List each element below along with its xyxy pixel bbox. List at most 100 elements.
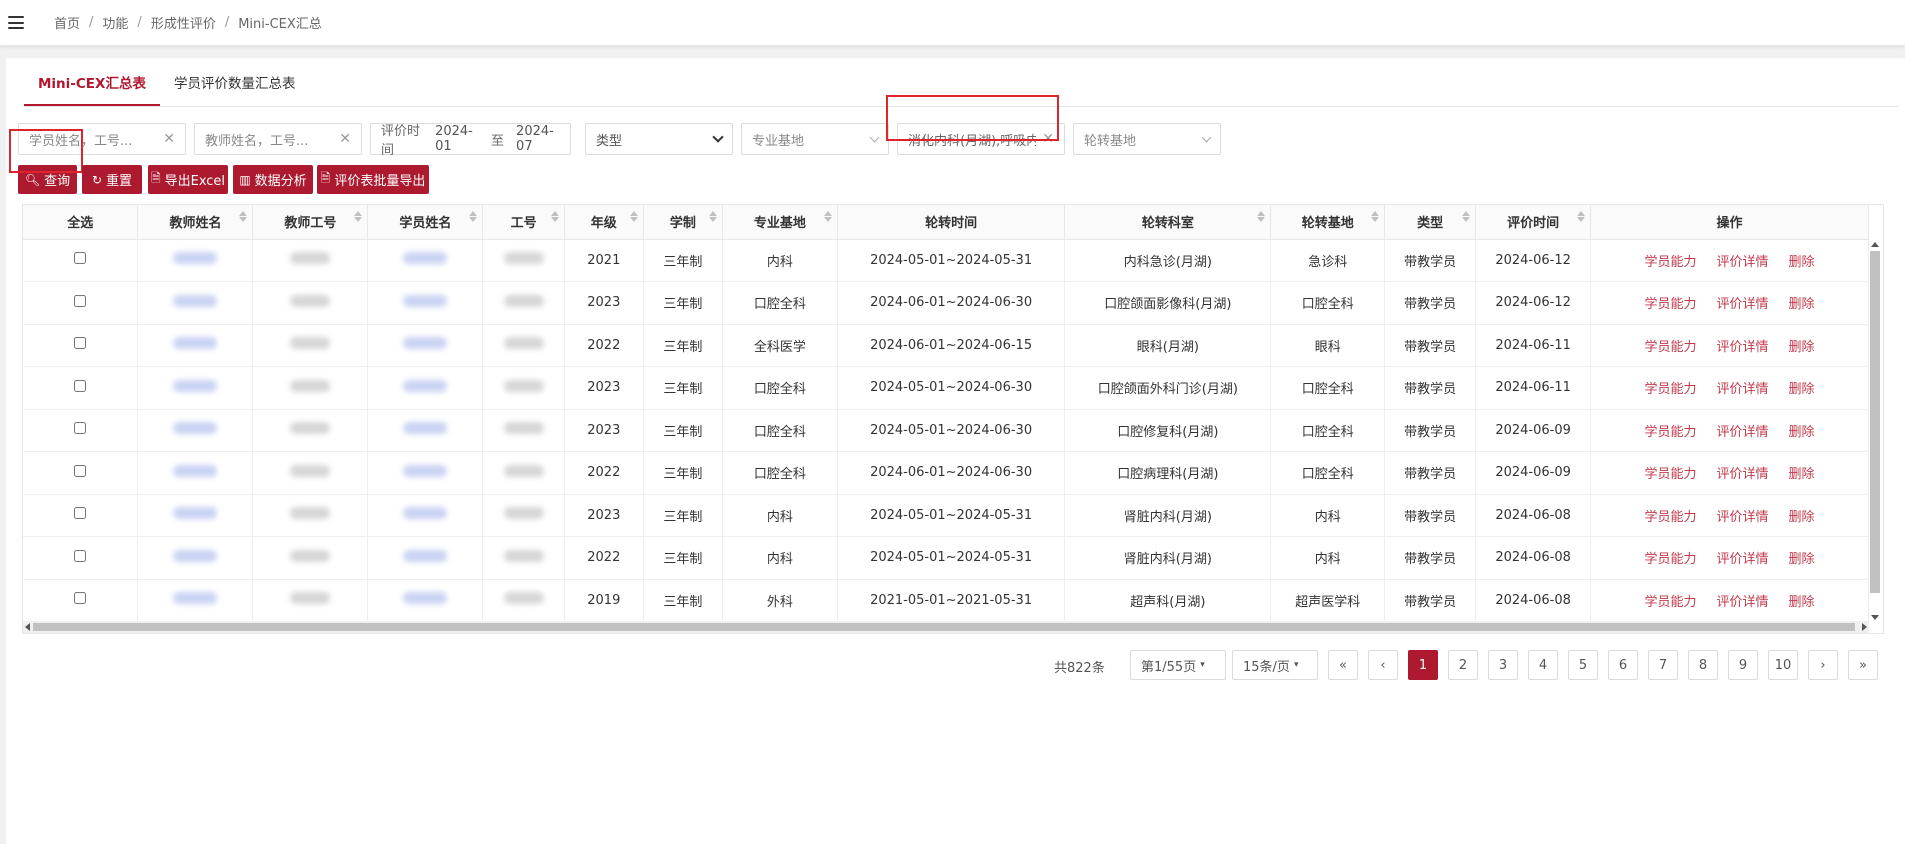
redacted-value[interactable] — [403, 379, 448, 392]
redacted-value[interactable] — [403, 507, 448, 520]
date-from[interactable]: 2024-01 — [435, 124, 479, 154]
redacted-value[interactable] — [403, 592, 448, 605]
tab-mini-cex-summary[interactable]: Mini-CEX汇总表 — [24, 72, 160, 106]
redacted-value[interactable] — [173, 592, 218, 605]
vertical-scroll-thumb[interactable] — [1870, 251, 1880, 593]
horizontal-scroll-thumb[interactable] — [33, 623, 1855, 631]
redacted-value[interactable] — [173, 422, 218, 435]
query-button[interactable]: 🔍︎ 查询 — [18, 165, 77, 194]
sort-icon[interactable] — [1257, 211, 1266, 222]
row-checkbox[interactable] — [74, 294, 87, 307]
sort-icon[interactable] — [469, 211, 478, 222]
page-number-button[interactable]: 3 — [1488, 650, 1518, 680]
breadcrumb-home[interactable]: 首页 — [54, 13, 80, 32]
row-checkbox[interactable] — [74, 252, 87, 265]
redacted-value[interactable] — [403, 294, 448, 307]
student-ability-link[interactable]: 学员能力 — [1645, 510, 1697, 525]
reset-button[interactable]: ↻ 重置 — [82, 165, 142, 194]
redacted-value[interactable] — [173, 337, 218, 350]
next-page-button[interactable]: › — [1808, 650, 1838, 680]
student-ability-link[interactable]: 学员能力 — [1645, 255, 1697, 270]
vertical-scrollbar[interactable] — [1869, 242, 1881, 620]
delete-link[interactable]: 删除 — [1789, 255, 1815, 270]
page-number-button[interactable]: 5 — [1568, 650, 1598, 680]
eval-date-range[interactable]: 评价时间 2024-01 至 2024-07 — [370, 123, 571, 158]
sort-icon[interactable] — [629, 211, 638, 222]
redacted-value[interactable] — [173, 464, 218, 477]
eval-detail-link[interactable]: 评价详情 — [1717, 255, 1769, 270]
redacted-value[interactable] — [403, 464, 448, 477]
delete-link[interactable]: 删除 — [1789, 425, 1815, 440]
delete-link[interactable]: 删除 — [1789, 552, 1815, 567]
redacted-value[interactable] — [403, 549, 448, 562]
scroll-up-icon[interactable] — [1871, 242, 1879, 247]
menu-icon[interactable] — [8, 16, 24, 29]
delete-link[interactable]: 删除 — [1789, 297, 1815, 312]
redacted-value[interactable] — [403, 252, 448, 265]
teacher-search-input[interactable]: 教师姓名，工号... ✕ — [194, 123, 362, 155]
student-ability-link[interactable]: 学员能力 — [1645, 382, 1697, 397]
sort-icon[interactable] — [1577, 211, 1586, 222]
rotation-base-select[interactable]: 轮转基地 — [1073, 123, 1221, 155]
page-number-button[interactable]: 1 — [1408, 650, 1438, 680]
redacted-value[interactable] — [173, 252, 218, 265]
tab-student-eval-count[interactable]: 学员评价数量汇总表 — [160, 72, 310, 106]
page-number-button[interactable]: 10 — [1768, 650, 1798, 680]
student-ability-link[interactable]: 学员能力 — [1645, 595, 1697, 610]
page-number-button[interactable]: 2 — [1448, 650, 1478, 680]
eval-detail-link[interactable]: 评价详情 — [1717, 297, 1769, 312]
breadcrumb-function[interactable]: 功能 — [102, 13, 128, 32]
row-checkbox[interactable] — [74, 337, 87, 350]
redacted-value[interactable] — [173, 549, 218, 562]
date-to[interactable]: 2024-07 — [516, 124, 560, 154]
eval-detail-link[interactable]: 评价详情 — [1717, 595, 1769, 610]
delete-link[interactable]: 删除 — [1789, 510, 1815, 525]
page-size-select[interactable]: 15条/页 ▾ — [1232, 650, 1318, 680]
clear-icon[interactable]: ✕ — [339, 131, 351, 147]
scroll-right-icon[interactable] — [1862, 623, 1867, 631]
page-number-button[interactable]: 8 — [1688, 650, 1718, 680]
eval-detail-link[interactable]: 评价详情 — [1717, 382, 1769, 397]
delete-link[interactable]: 删除 — [1789, 382, 1815, 397]
student-ability-link[interactable]: 学员能力 — [1645, 467, 1697, 482]
delete-link[interactable]: 删除 — [1789, 340, 1815, 355]
sort-icon[interactable] — [823, 211, 832, 222]
row-checkbox[interactable] — [74, 592, 87, 605]
page-number-button[interactable]: 6 — [1608, 650, 1638, 680]
type-select[interactable]: 类型 — [585, 123, 733, 155]
export-excel-button[interactable]: 🗎 导出Excel — [148, 165, 228, 194]
eval-detail-link[interactable]: 评价详情 — [1717, 552, 1769, 567]
sort-icon[interactable] — [708, 211, 717, 222]
row-checkbox[interactable] — [74, 507, 87, 520]
eval-detail-link[interactable]: 评价详情 — [1717, 425, 1769, 440]
redacted-value[interactable] — [403, 422, 448, 435]
row-checkbox[interactable] — [74, 549, 87, 562]
rotation-dept-select[interactable]: 消化内科(月湖),呼吸内科( ✕ — [897, 123, 1065, 155]
redacted-value[interactable] — [403, 337, 448, 350]
breadcrumb-formative[interactable]: 形成性评价 — [151, 13, 216, 32]
eval-detail-link[interactable]: 评价详情 — [1717, 467, 1769, 482]
last-page-button[interactable]: » — [1848, 650, 1878, 680]
student-ability-link[interactable]: 学员能力 — [1645, 425, 1697, 440]
sort-icon[interactable] — [550, 211, 559, 222]
delete-link[interactable]: 删除 — [1789, 467, 1815, 482]
page-number-button[interactable]: 7 — [1648, 650, 1678, 680]
major-base-select[interactable]: 专业基地 — [741, 123, 889, 155]
clear-icon[interactable]: ✕ — [163, 131, 175, 147]
eval-detail-link[interactable]: 评价详情 — [1717, 510, 1769, 525]
student-ability-link[interactable]: 学员能力 — [1645, 552, 1697, 567]
scroll-down-icon[interactable] — [1871, 615, 1879, 620]
row-checkbox[interactable] — [74, 464, 87, 477]
redacted-value[interactable] — [173, 379, 218, 392]
page-number-button[interactable]: 4 — [1528, 650, 1558, 680]
redacted-value[interactable] — [173, 294, 218, 307]
student-ability-link[interactable]: 学员能力 — [1645, 297, 1697, 312]
page-number-button[interactable]: 9 — [1728, 650, 1758, 680]
scroll-left-icon[interactable] — [25, 623, 30, 631]
column-header[interactable]: 全选 — [23, 205, 139, 240]
first-page-button[interactable]: « — [1328, 650, 1358, 680]
row-checkbox[interactable] — [74, 379, 87, 392]
page-select[interactable]: 第1/55页 ▾ — [1130, 650, 1226, 680]
student-ability-link[interactable]: 学员能力 — [1645, 340, 1697, 355]
redacted-value[interactable] — [173, 507, 218, 520]
